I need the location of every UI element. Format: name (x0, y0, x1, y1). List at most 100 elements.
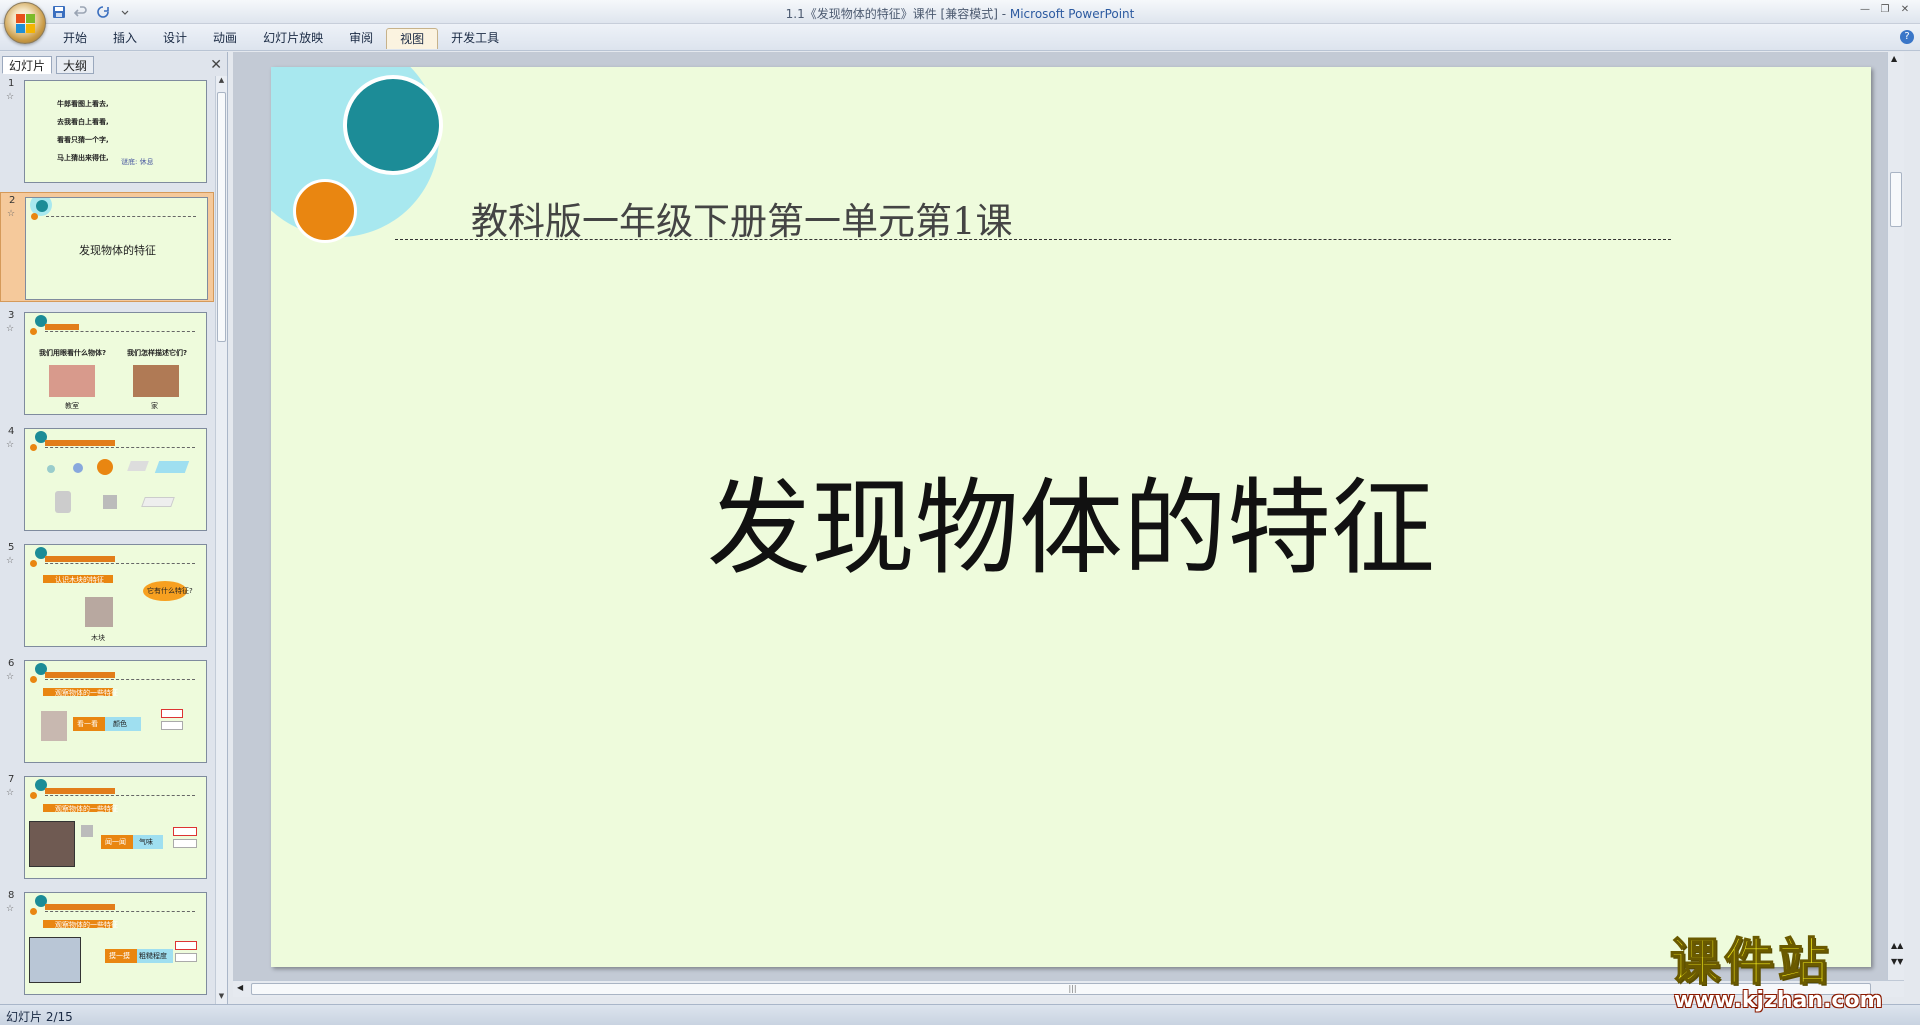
slide-thumbnail-2[interactable]: 2 ☆ 发现物体的特征 (0, 192, 214, 302)
office-logo-icon (16, 14, 36, 34)
object-image (97, 459, 113, 475)
slide-subtitle[interactable]: 教科版一年级下册第一单元第1课 (471, 191, 1013, 245)
scroll-left-icon[interactable]: ◀ (237, 983, 243, 992)
slide-thumbnail-1[interactable]: 1 ☆ 牛郎看图上看去, 去我看白上看看, 看看只猜一个字, 马上猜出来得住, … (0, 76, 214, 186)
slide-thumbnail-6[interactable]: 6 ☆ 观察物体的一些特征 看一看 颜色 (0, 656, 214, 766)
close-icon[interactable]: ✕ (1896, 2, 1914, 16)
riddle-answer: 谜底: 休息 (121, 158, 154, 166)
office-button[interactable] (4, 2, 46, 44)
slide-thumbnail-5[interactable]: 5 ☆ 认识木块的特征 它有什么特征? 木块 (0, 540, 214, 650)
slide-number: 3 (8, 310, 15, 321)
thumbnail-image: 观察物体的一些特征 看一看 颜色 (24, 660, 207, 763)
slide-number: 5 (8, 542, 15, 553)
slide-number: 4 (8, 426, 15, 437)
wood-block-image (41, 711, 67, 741)
object-image (55, 491, 71, 513)
header-line (45, 563, 195, 564)
scroll-up-icon[interactable]: ▲ (1891, 54, 1897, 63)
thumb-text: 我们用眼看什么物体? (39, 349, 107, 357)
header-tag (45, 440, 115, 446)
slide-thumbnail-7[interactable]: 7 ☆ 观察物体的一些特征 闻一闻 气味 (0, 772, 214, 882)
tab-animations[interactable]: 动画 (200, 28, 250, 49)
scrollbar-thumb[interactable] (1890, 172, 1902, 227)
window-controls: — ❐ ✕ (1856, 2, 1914, 16)
thumb-caption: 家 (151, 402, 158, 410)
object-image (73, 463, 83, 473)
circle-decoration (30, 908, 37, 915)
header-tag (45, 324, 79, 330)
action-label: 看一看 (77, 720, 98, 728)
scroll-down-icon[interactable]: ▼ (216, 992, 227, 1004)
object-image (141, 497, 175, 507)
subtitle-dashed-line (395, 239, 1671, 240)
wood-block-image (85, 597, 113, 627)
scroll-grip-icon: ||| (1068, 984, 1077, 993)
slide-title[interactable]: 发现物体的特征 (271, 443, 1871, 594)
tab-design[interactable]: 设计 (150, 28, 200, 49)
header-tag (45, 904, 115, 910)
classroom-image (49, 365, 95, 397)
slides-panel: 幻灯片 大纲 ✕ 1 ☆ 牛郎看图上看去, 去我看白上看看, 看看只猜一个字, … (0, 52, 228, 1004)
panel-tabs: 幻灯片 大纲 ✕ (0, 54, 228, 74)
riddle-line: 去我看白上看看, (57, 118, 109, 126)
slide-thumbnail-4[interactable]: 4 ☆ (0, 424, 214, 534)
slide-editor: 教科版一年级下册第一单元第1课 发现物体的特征 ▲ ▲▲ ▼▼ (233, 52, 1904, 980)
minimize-icon[interactable]: — (1856, 2, 1874, 16)
object-image (81, 825, 93, 837)
answer-box (175, 953, 197, 962)
circle-decoration (30, 792, 37, 799)
result-label: 粗糙程度 (139, 952, 167, 960)
help-icon[interactable]: ? (1900, 30, 1914, 44)
scrollbar-thumb[interactable] (217, 92, 226, 342)
close-panel-icon[interactable]: ✕ (210, 57, 222, 73)
step-label: 认识木块的特征 (55, 576, 104, 584)
transition-icon: ☆ (7, 209, 16, 219)
transition-icon: ☆ (6, 904, 15, 914)
circle-decoration (30, 676, 37, 683)
circle-decoration (343, 75, 443, 175)
object-image (127, 461, 149, 471)
tab-insert[interactable]: 插入 (100, 28, 150, 49)
thumbnail-scrollbar[interactable]: ▲ ▼ (215, 76, 227, 1004)
scrollbar-thumb[interactable] (251, 983, 1871, 995)
object-image (103, 495, 117, 509)
thumbnail-image: 观察物体的一些特征 摸一摸 粗糙程度 (24, 892, 207, 995)
slide-scrollbar[interactable]: ▲ ▲▲ ▼▼ (1887, 52, 1904, 980)
transition-icon: ☆ (6, 324, 15, 334)
tab-outline[interactable]: 大纲 (56, 56, 95, 74)
hand-photo (29, 937, 81, 983)
thumbnail-image: 发现物体的特征 (25, 197, 208, 300)
circle-decoration (30, 328, 37, 335)
thumbnail-image: 我们用眼看什么物体? 我们怎样描述它们? 教室 家 (24, 312, 207, 415)
result-label: 气味 (139, 838, 153, 846)
ribbon-tabs: 开始 插入 设计 动画 幻灯片放映 审阅 视图 开发工具 (50, 28, 512, 49)
ribbon: 开始 插入 设计 动画 幻灯片放映 审阅 视图 开发工具 ? (0, 24, 1920, 51)
tab-home[interactable]: 开始 (50, 28, 100, 49)
tab-review[interactable]: 审阅 (336, 28, 386, 49)
header-line (45, 679, 195, 680)
slide-thumbnail-8[interactable]: 8 ☆ 观察物体的一些特征 摸一摸 粗糙程度 (0, 888, 214, 998)
header-line (45, 447, 195, 448)
thumb-title: 发现物体的特征 (79, 244, 156, 257)
thumbnail-image: 认识木块的特征 它有什么特征? 木块 (24, 544, 207, 647)
header-line (45, 795, 195, 796)
title-bar: 1.1《发现物体的特征》课件 [兼容模式] - Microsoft PowerP… (0, 0, 1920, 44)
status-bar: 幻灯片 2/15 (0, 1004, 1920, 1025)
tab-view[interactable]: 视图 (386, 28, 439, 49)
answer-box (173, 827, 197, 836)
scroll-up-icon[interactable]: ▲ (216, 76, 227, 88)
slide-thumbnail-3[interactable]: 3 ☆ 我们用眼看什么物体? 我们怎样描述它们? 教室 家 (0, 308, 214, 418)
transition-icon: ☆ (6, 672, 15, 682)
horizontal-scrollbar[interactable]: ◀ ||| (233, 980, 1904, 997)
tab-slides[interactable]: 幻灯片 (2, 56, 53, 74)
tab-developer[interactable]: 开发工具 (438, 28, 512, 49)
result-label: 颜色 (113, 720, 127, 728)
child-photo (29, 821, 75, 867)
slide-counter: 幻灯片 2/15 (6, 1010, 73, 1024)
tab-slideshow[interactable]: 幻灯片放映 (250, 28, 336, 49)
header-line (45, 331, 195, 332)
current-slide[interactable]: 教科版一年级下册第一单元第1课 发现物体的特征 (271, 67, 1871, 967)
slide-number: 6 (8, 658, 15, 669)
answer-box (175, 941, 197, 950)
restore-icon[interactable]: ❐ (1876, 2, 1894, 16)
